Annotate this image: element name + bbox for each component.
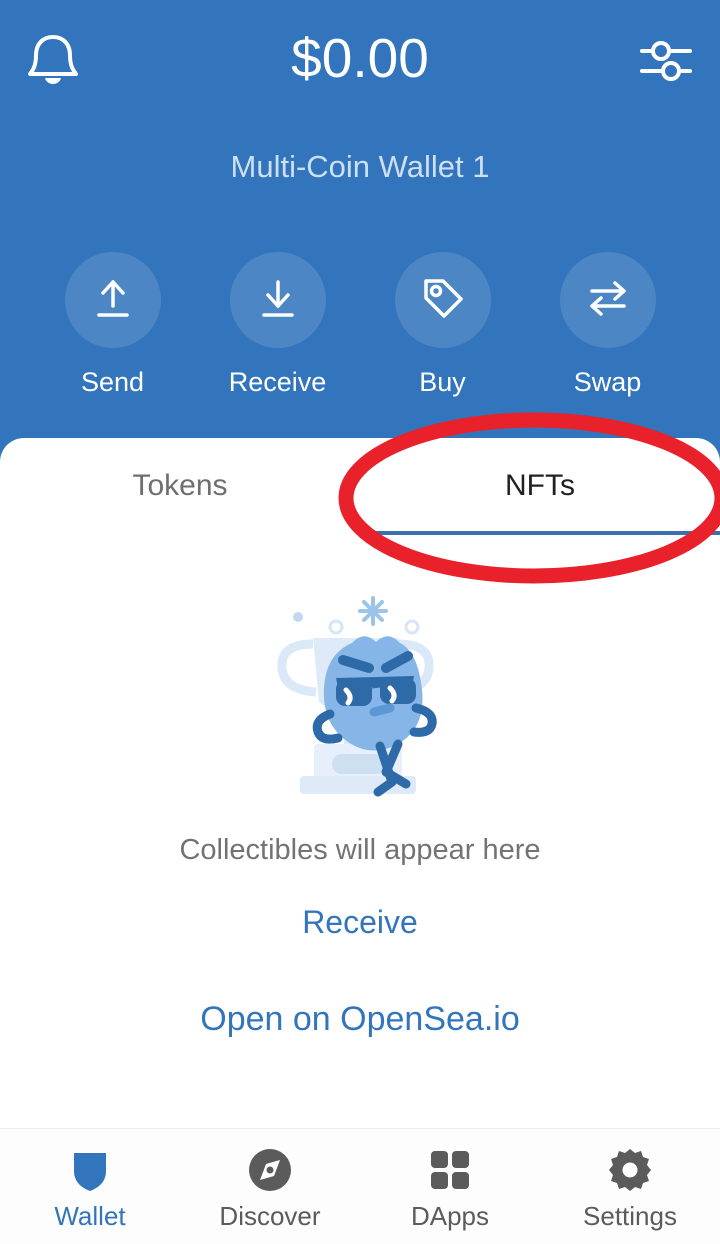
blob-character-with-trophy-illustration — [240, 586, 480, 814]
assets-card: Tokens NFTs Collectibles will appear her… — [0, 438, 720, 1128]
empty-state-title: Collectibles will appear here — [179, 834, 541, 866]
tab-nfts-label: NFTs — [505, 469, 575, 502]
nav-item-wallet-label: Wallet — [54, 1200, 126, 1231]
swap-button-circle — [559, 252, 656, 348]
nav-item-discover[interactable]: Discover — [180, 1129, 360, 1244]
swap-button-label: Swap — [573, 367, 642, 397]
shield-icon — [68, 1146, 112, 1194]
assets-tabs: Tokens NFTs — [0, 438, 720, 535]
receive-button-label: Receive — [228, 367, 327, 397]
swap-button[interactable]: Swap — [548, 252, 668, 398]
wallet-app-screen: $0.00 Multi-Coin Wallet 1 Send Receive B… — [0, 0, 720, 1244]
gear-icon — [606, 1146, 654, 1194]
nav-item-dapps[interactable]: DApps — [360, 1129, 540, 1244]
buy-button[interactable]: Buy — [383, 252, 503, 398]
nav-item-settings-label: Settings — [583, 1200, 677, 1231]
wallet-header: $0.00 Multi-Coin Wallet 1 Send Receive B… — [0, 0, 720, 470]
nav-item-discover-label: Discover — [219, 1200, 321, 1231]
nav-item-dapps-label: DApps — [410, 1200, 490, 1231]
tab-nfts[interactable]: NFTs — [358, 438, 720, 535]
send-button[interactable]: Send — [53, 252, 173, 398]
balance-amount: $0.00 — [291, 27, 429, 89]
send-button-label: Send — [80, 367, 145, 397]
price-tag-icon — [417, 272, 469, 329]
tab-tokens[interactable]: Tokens — [0, 438, 360, 534]
receive-button[interactable]: Receive — [218, 252, 338, 398]
quick-actions-row: Send Receive Buy Swap — [0, 252, 720, 398]
grid-squares-icon — [427, 1146, 473, 1194]
nfts-empty-state: Collectibles will appear here Receive Op… — [0, 534, 720, 1040]
buy-button-label: Buy — [419, 367, 466, 397]
receive-link[interactable]: Receive — [0, 902, 720, 942]
send-button-circle — [64, 252, 161, 348]
receive-button-circle — [229, 252, 326, 348]
tab-tokens-label: Tokens — [132, 469, 228, 502]
bottom-navigation-bar: Wallet Discover DApps Settings — [0, 1128, 720, 1244]
nav-item-wallet[interactable]: Wallet — [0, 1129, 180, 1244]
swap-arrows-icon — [582, 272, 634, 329]
compass-icon — [247, 1146, 293, 1194]
nav-item-settings[interactable]: Settings — [540, 1129, 720, 1244]
arrow-up-upload-icon — [87, 272, 139, 329]
arrow-down-download-icon — [252, 272, 304, 329]
open-on-opensea-link[interactable]: Open on OpenSea.io — [0, 998, 720, 1040]
wallet-name-label[interactable]: Multi-Coin Wallet 1 — [0, 146, 720, 188]
wallet-settings-button[interactable] — [634, 26, 698, 92]
sliders-icon — [634, 41, 698, 96]
buy-button-circle — [394, 252, 491, 348]
